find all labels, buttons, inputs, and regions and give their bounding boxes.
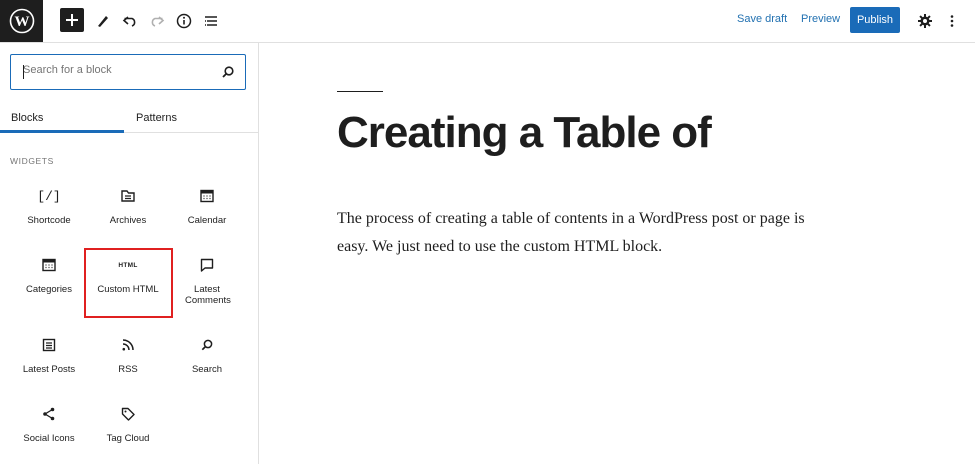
block-label: Latest Posts [22,364,76,375]
undo-button[interactable] [118,9,142,33]
undo-icon [122,16,136,27]
redo-icon [151,16,165,27]
search-icon [201,339,213,351]
more-vertical-icon [950,15,954,27]
tools-button[interactable] [91,9,115,33]
block-label: Shortcode [27,215,71,226]
publish-button[interactable]: Publish [850,7,900,33]
active-tab-indicator [0,130,124,133]
block-item-social-icons[interactable]: Social Icons [10,404,88,444]
custom-html-highlight-box [84,248,173,318]
block-item-latest-posts[interactable]: Latest Posts [10,335,88,375]
settings-button[interactable] [913,9,937,33]
posts-list-icon [42,338,56,352]
block-item-tag-cloud[interactable]: Tag Cloud [89,404,167,444]
text-cursor [23,65,24,79]
block-label: RSS [118,364,138,375]
block-item-archives[interactable]: Archives [89,186,167,226]
svg-text:W: W [14,14,29,30]
title-separator [337,91,383,92]
block-label: Social Icons [23,433,75,444]
wordpress-icon: W [9,8,34,34]
list-view-button[interactable] [199,9,223,33]
gear-icon [918,14,932,28]
save-draft-link[interactable]: Save draft [737,13,787,25]
details-button[interactable] [172,9,196,33]
wordpress-logo-button[interactable]: W [0,0,43,42]
tag-icon [121,407,135,421]
editor-canvas[interactable]: Creating a Table of The process of creat… [259,43,975,464]
comment-icon [200,258,214,272]
block-label: Categories [26,284,72,295]
post-title[interactable]: Creating a Table of [337,108,712,158]
plus-icon [66,14,78,26]
block-label: Calendar [187,215,227,226]
block-label: Latest Comments [185,284,231,306]
block-label: Tag Cloud [106,433,150,444]
tab-patterns[interactable]: Patterns [136,103,177,132]
block-item-search[interactable]: Search [168,335,246,375]
pencil-icon [98,16,108,27]
info-icon [176,13,192,29]
widgets-section-title: WIDGETS [10,156,54,166]
archives-icon [121,190,135,202]
block-item-rss[interactable]: RSS [89,335,167,375]
block-search[interactable] [10,54,246,90]
search-icon [222,66,234,78]
block-search-input[interactable] [23,64,213,76]
share-icon [43,407,55,421]
rss-icon [122,339,134,351]
block-item-categories[interactable]: Categories [10,255,88,295]
block-item-shortcode[interactable]: [/] Shortcode [10,186,88,227]
add-block-button[interactable] [60,8,84,32]
calendar-icon [200,189,214,203]
redo-button[interactable] [145,9,169,33]
block-inserter-panel: Blocks Patterns WIDGETS [/] Shortcode Ar… [0,43,259,464]
list-view-icon [205,16,217,26]
block-label: Search [191,364,223,375]
editor-toolbar: W Save draft Preview Publish [0,0,975,43]
post-paragraph[interactable]: The process of creating a table of conte… [337,205,837,261]
tab-blocks[interactable]: Blocks [11,103,43,132]
block-item-latest-comments[interactable]: Latest Comments [168,255,246,306]
preview-link[interactable]: Preview [801,13,840,25]
options-button[interactable] [940,9,964,33]
shortcode-icon: [/] [37,188,61,204]
inserter-tabs: Blocks Patterns [0,103,258,133]
categories-icon [42,258,56,272]
block-label: Archives [109,215,147,226]
block-item-calendar[interactable]: Calendar [168,186,246,226]
